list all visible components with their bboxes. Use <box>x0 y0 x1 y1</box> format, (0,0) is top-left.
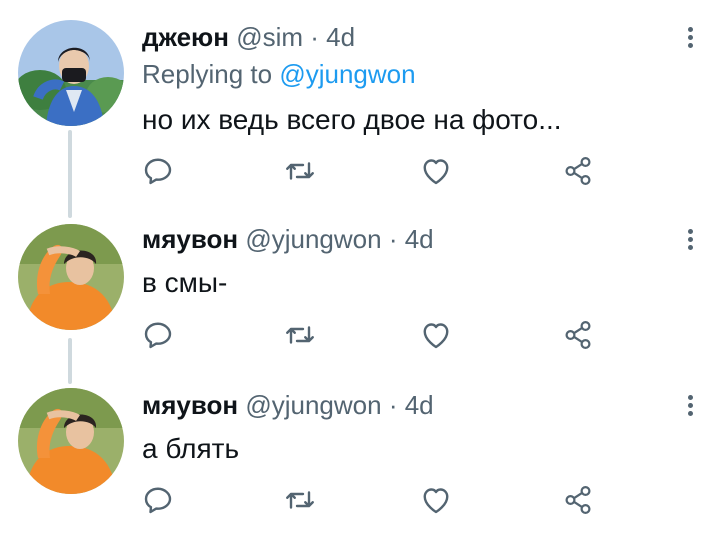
tweet[interactable]: мяувон @yjungwon · 4d а блять <box>0 368 720 534</box>
tweet-actions <box>140 153 600 189</box>
more-vertical-icon <box>687 395 693 400</box>
heart-icon <box>423 323 449 349</box>
more-options-button[interactable] <box>678 24 702 54</box>
more-vertical-icon <box>687 27 693 32</box>
reply-button[interactable] <box>140 153 176 189</box>
more-options-button[interactable] <box>678 392 702 422</box>
more-options-button[interactable] <box>678 226 702 256</box>
retweet-icon <box>286 326 314 344</box>
tweet-text: в смы- <box>142 267 228 298</box>
like-button[interactable] <box>418 482 454 518</box>
share-button[interactable] <box>560 317 596 353</box>
like-button[interactable] <box>418 153 454 189</box>
retweet-icon <box>286 491 314 509</box>
more-vertical-icon <box>687 229 693 234</box>
author-handle[interactable]: @yjungwon <box>245 390 381 420</box>
author-handle[interactable]: @sim <box>236 22 303 52</box>
avatar-image <box>18 388 124 494</box>
timestamp[interactable]: 4d <box>326 22 355 52</box>
heart-icon <box>423 488 449 514</box>
tweet-actions <box>140 317 600 353</box>
heart-icon <box>423 159 449 185</box>
share-button[interactable] <box>560 482 596 518</box>
timestamp[interactable]: 4d <box>405 224 434 254</box>
share-button[interactable] <box>560 153 596 189</box>
retweet-icon <box>286 162 314 180</box>
separator-dot: · <box>310 22 319 52</box>
share-icon <box>565 320 591 350</box>
tweet-text: но их ведь всего двое на фото... <box>142 104 562 135</box>
replying-to: Replying to @yjungwon <box>142 59 416 89</box>
avatar-image <box>18 20 124 126</box>
tweet[interactable]: мяувон @yjungwon · 4d в смы- <box>0 200 720 370</box>
avatar[interactable] <box>18 388 124 494</box>
author-name[interactable]: мяувон <box>142 224 238 254</box>
avatar[interactable] <box>18 224 124 330</box>
author-name[interactable]: мяувон <box>142 390 238 420</box>
share-icon <box>565 156 591 186</box>
reply-button[interactable] <box>140 482 176 518</box>
separator-dot: · <box>388 390 398 420</box>
tweet-header: мяувон @yjungwon · 4d <box>142 224 434 254</box>
reply-icon <box>144 487 172 514</box>
retweet-button[interactable] <box>282 482 318 518</box>
reply-button[interactable] <box>140 317 176 353</box>
author-handle[interactable]: @yjungwon <box>245 224 381 254</box>
avatar-image <box>18 224 124 330</box>
timestamp[interactable]: 4d <box>405 390 434 420</box>
tweet-header: джеюн @sim · 4d <box>142 22 355 52</box>
tweet[interactable]: джеюн @sim · 4d Replying to @yjungwon но… <box>0 0 720 200</box>
share-icon <box>565 485 591 515</box>
reply-icon <box>144 322 172 349</box>
replying-mention-link[interactable]: @yjungwon <box>279 59 415 89</box>
retweet-button[interactable] <box>282 153 318 189</box>
reply-icon <box>144 158 172 185</box>
avatar[interactable] <box>18 20 124 126</box>
tweet-text: а блять <box>142 433 240 464</box>
separator-dot: · <box>388 224 398 254</box>
tweet-actions <box>140 482 600 518</box>
author-name[interactable]: джеюн <box>142 22 229 52</box>
like-button[interactable] <box>418 317 454 353</box>
replying-prefix: Replying to <box>142 59 273 89</box>
retweet-button[interactable] <box>282 317 318 353</box>
tweet-header: мяувон @yjungwon · 4d <box>142 390 434 420</box>
